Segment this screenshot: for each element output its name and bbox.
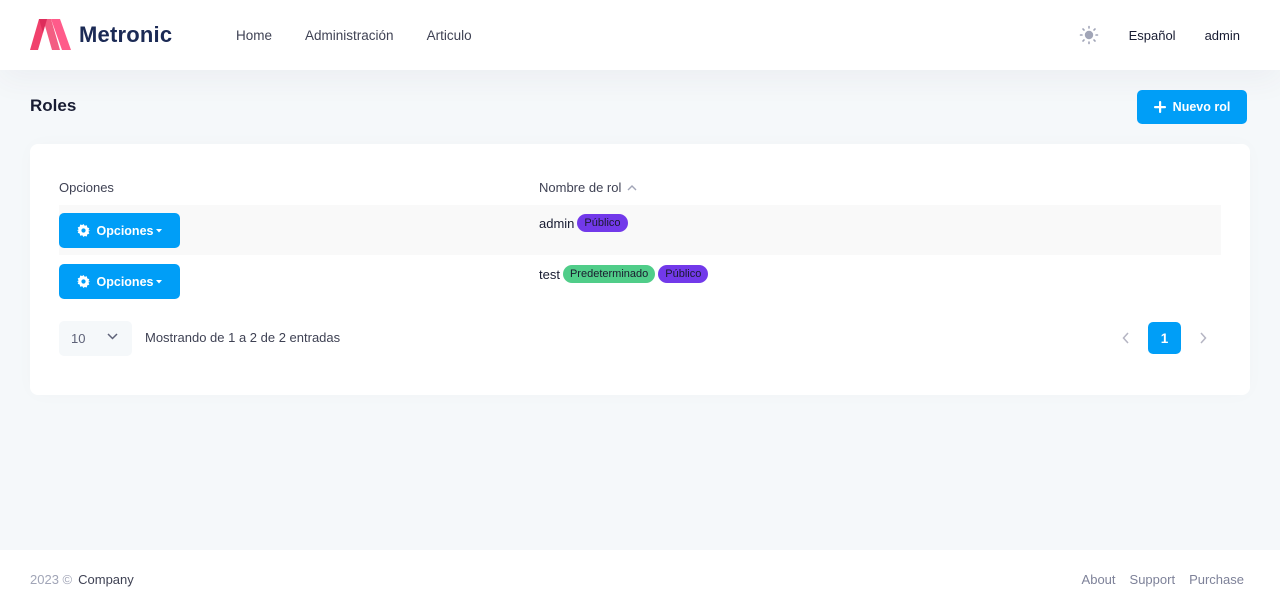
entries-info: Mostrando de 1 a 2 de 2 entradas [145,330,341,345]
header-actions: Español admin [1079,0,1240,70]
previous-page-icon[interactable] [1116,322,1136,354]
sort-ascending-icon [627,185,637,191]
role-name: admin [539,215,575,231]
footer-link-about[interactable]: About [1082,572,1116,587]
copyright: 2023 © Company [30,572,134,587]
company-link[interactable]: Company [78,572,134,587]
main-nav: Home Administración Articulo [236,0,505,70]
new-role-label: Nuevo rol [1172,100,1231,114]
user-menu[interactable]: admin [1205,28,1240,43]
row-options-label: Opciones [96,274,154,289]
gear-icon [76,275,90,288]
brand-name: Metronic [79,21,173,47]
pagination: 1 [1116,322,1213,354]
column-header-role-name[interactable]: Nombre de rol [539,180,637,195]
gear-icon [76,224,90,237]
row-options-label: Opciones [96,223,154,238]
role-name-cell: test Predeterminado Público [539,265,709,283]
nav-item-administracion[interactable]: Administración [305,28,394,43]
top-header: Metronic Home Administración Articulo Es… [0,0,1280,70]
page-footer: 2023 © Company About Support Purchase [0,550,1280,610]
row-options-button[interactable]: Opciones [59,213,180,248]
public-badge: Público [577,214,628,232]
page-size-value: 10 [71,331,86,346]
footer-links: About Support Purchase [1068,572,1244,587]
default-badge: Predeterminado [562,265,656,283]
footer-link-support[interactable]: Support [1130,572,1176,587]
table-row: Opciones test Predeterminado Público [59,256,1221,306]
copyright-year: 2023 © [30,572,73,587]
brand[interactable]: Metronic [30,19,172,50]
nav-item-home[interactable]: Home [236,28,272,43]
row-options-button[interactable]: Opciones [59,264,180,299]
plus-icon [1153,101,1166,113]
new-role-button[interactable]: Nuevo rol [1137,90,1247,124]
column-header-options: Opciones [59,180,114,195]
page-title: Roles [30,96,77,115]
public-badge: Público [658,265,709,283]
role-name-cell: admin Público [539,214,628,232]
page-button[interactable]: 1 [1148,322,1181,354]
roles-card: Opciones Nombre de rol Opciones admin Pú… [30,144,1250,395]
footer-link-purchase[interactable]: Purchase [1189,572,1244,587]
nav-item-articulo[interactable]: Articulo [427,28,472,43]
sun-icon[interactable] [1079,25,1099,45]
page-size-select[interactable]: 10 [59,321,132,356]
caret-down-icon [156,228,163,232]
caret-down-icon [156,279,163,283]
role-name: test [539,266,560,282]
next-page-icon[interactable] [1193,322,1213,354]
metronic-logo-icon [30,19,71,50]
column-header-role-name-label: Nombre de rol [539,180,622,195]
language-selector[interactable]: Español [1129,28,1176,43]
table-row: Opciones admin Público [59,205,1221,255]
chevron-down-icon [107,333,118,340]
